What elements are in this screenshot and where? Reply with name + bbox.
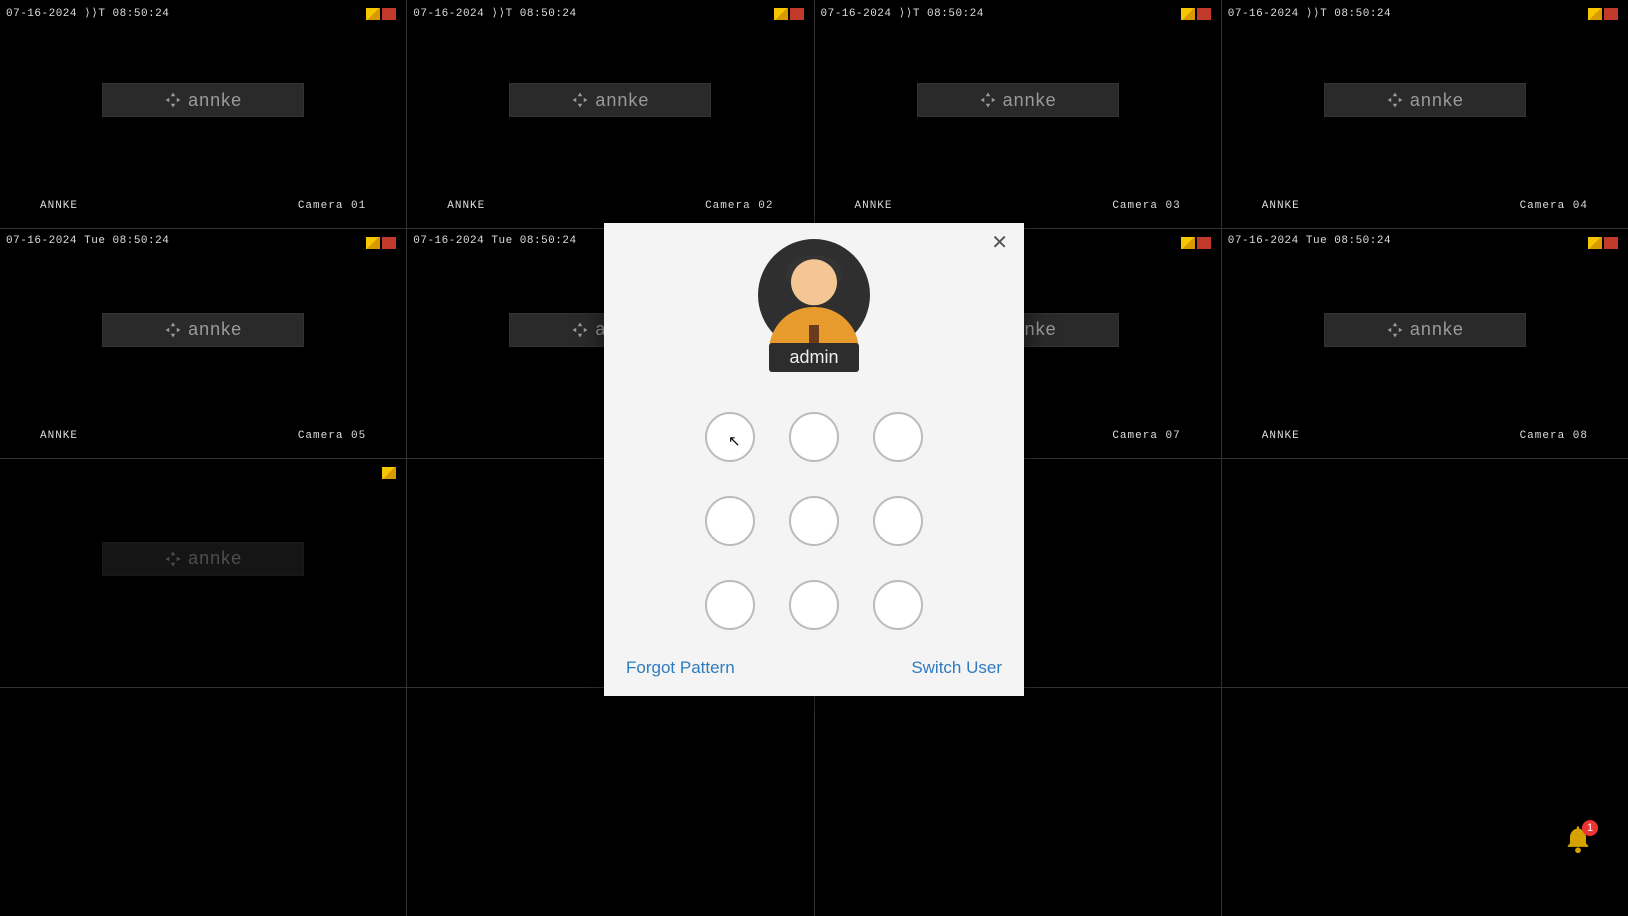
brand-label: ANNKE [1262, 430, 1300, 442]
camera-cell-1[interactable]: 07-16-2024 ⟩⟩T 08:50:24 annke ANNKE Camera … [0, 0, 406, 228]
alert-icons [366, 237, 396, 249]
camera-cell-9[interactable]: annke [0, 459, 406, 687]
alert-red-icon [790, 8, 804, 20]
close-icon[interactable]: ✕ [991, 233, 1008, 253]
pattern-dot-4[interactable] [705, 496, 755, 546]
timestamp: 07-16-2024 ⟩⟩T 08:50:24 [413, 6, 576, 20]
pattern-dot-6[interactable] [873, 496, 923, 546]
camera-label: Camera 03 [1112, 200, 1180, 212]
cursor-icon: ↖ [728, 432, 741, 450]
camera-cell-2[interactable]: 07-16-2024 ⟩⟩T 08:50:24 annke ANNKE Camera … [407, 0, 813, 228]
alert-icons [774, 8, 804, 20]
username-label: admin [769, 343, 858, 372]
notification-bell[interactable]: 1 [1564, 824, 1592, 856]
pattern-pad[interactable]: ↖ [604, 412, 1024, 630]
alert-yellow-icon [1588, 8, 1602, 20]
brand-label: ANNKE [1262, 200, 1300, 212]
brand-label: ANNKE [855, 200, 893, 212]
pattern-dot-7[interactable] [705, 580, 755, 630]
pattern-dot-9[interactable] [873, 580, 923, 630]
camera-label: Camera 04 [1520, 200, 1588, 212]
camera-cell-14[interactable] [407, 688, 813, 916]
alert-yellow-icon [1181, 8, 1195, 20]
timestamp: 07-16-2024 ⟩⟩T 08:50:24 [821, 6, 984, 20]
pattern-dot-5[interactable] [789, 496, 839, 546]
camera-cell-3[interactable]: 07-16-2024 ⟩⟩T 08:50:24 annke ANNKE Camera … [815, 0, 1221, 228]
alert-icons [382, 467, 396, 479]
alert-red-icon [1197, 237, 1211, 249]
brand-watermark: annke [102, 542, 304, 576]
avatar-section: admin [604, 239, 1024, 372]
alert-red-icon [382, 8, 396, 20]
camera-label: Camera 01 [298, 200, 366, 212]
brand-watermark: annke [917, 83, 1119, 117]
forgot-pattern-link[interactable]: Forgot Pattern [626, 658, 735, 678]
camera-cell-15[interactable] [815, 688, 1221, 916]
camera-cell-16[interactable] [1222, 688, 1628, 916]
switch-user-link[interactable]: Switch User [911, 658, 1002, 678]
camera-label: Camera 08 [1520, 430, 1588, 442]
camera-cell-13[interactable] [0, 688, 406, 916]
avatar-icon [758, 239, 870, 351]
timestamp: 07-16-2024 Tue 08:50:24 [1228, 235, 1391, 247]
pattern-dot-2[interactable] [789, 412, 839, 462]
timestamp: 07-16-2024 ⟩⟩T 08:50:24 [6, 6, 169, 20]
alert-red-icon [1604, 8, 1618, 20]
brand-watermark: annke [1324, 313, 1526, 347]
alert-yellow-icon [1588, 237, 1602, 249]
alert-yellow-icon [774, 8, 788, 20]
brand-watermark: annke [102, 313, 304, 347]
brand-label: ANNKE [40, 200, 78, 212]
alert-red-icon [382, 237, 396, 249]
camera-cell-12[interactable] [1222, 459, 1628, 687]
camera-cell-5[interactable]: 07-16-2024 Tue 08:50:24 annke ANNKE Camera … [0, 229, 406, 457]
timestamp: 07-16-2024 Tue 08:50:24 [6, 235, 169, 247]
pattern-dot-8[interactable] [789, 580, 839, 630]
camera-label: Camera 02 [705, 200, 773, 212]
alert-icons [1181, 237, 1211, 249]
pattern-dot-3[interactable] [873, 412, 923, 462]
brand-label: ANNKE [447, 200, 485, 212]
notification-badge: 1 [1582, 820, 1598, 836]
brand-watermark: annke [509, 83, 711, 117]
camera-cell-4[interactable]: 07-16-2024 ⟩⟩T 08:50:24 annke ANNKE Camera … [1222, 0, 1628, 228]
timestamp: 07-16-2024 Tue 08:50:24 [413, 235, 576, 247]
alert-yellow-icon [366, 8, 380, 20]
alert-yellow-icon [382, 467, 396, 479]
alert-red-icon [1604, 237, 1618, 249]
alert-icons [1588, 8, 1618, 20]
camera-label: Camera 05 [298, 430, 366, 442]
brand-watermark: annke [1324, 83, 1526, 117]
alert-icons [1588, 237, 1618, 249]
alert-red-icon [1197, 8, 1211, 20]
brand-label: ANNKE [40, 430, 78, 442]
camera-label: Camera 07 [1112, 430, 1180, 442]
alert-yellow-icon [1181, 237, 1195, 249]
camera-cell-8[interactable]: 07-16-2024 Tue 08:50:24 annke ANNKE Camera … [1222, 229, 1628, 457]
brand-watermark: annke [102, 83, 304, 117]
alert-yellow-icon [366, 237, 380, 249]
alert-icons [1181, 8, 1211, 20]
pattern-dot-1[interactable]: ↖ [705, 412, 755, 462]
timestamp: 07-16-2024 ⟩⟩T 08:50:24 [1228, 6, 1391, 20]
alert-icons [366, 8, 396, 20]
unlock-dialog: ✕ admin ↖ Forgot Pattern Switch User [604, 223, 1024, 696]
dialog-links: Forgot Pattern Switch User [604, 640, 1024, 682]
